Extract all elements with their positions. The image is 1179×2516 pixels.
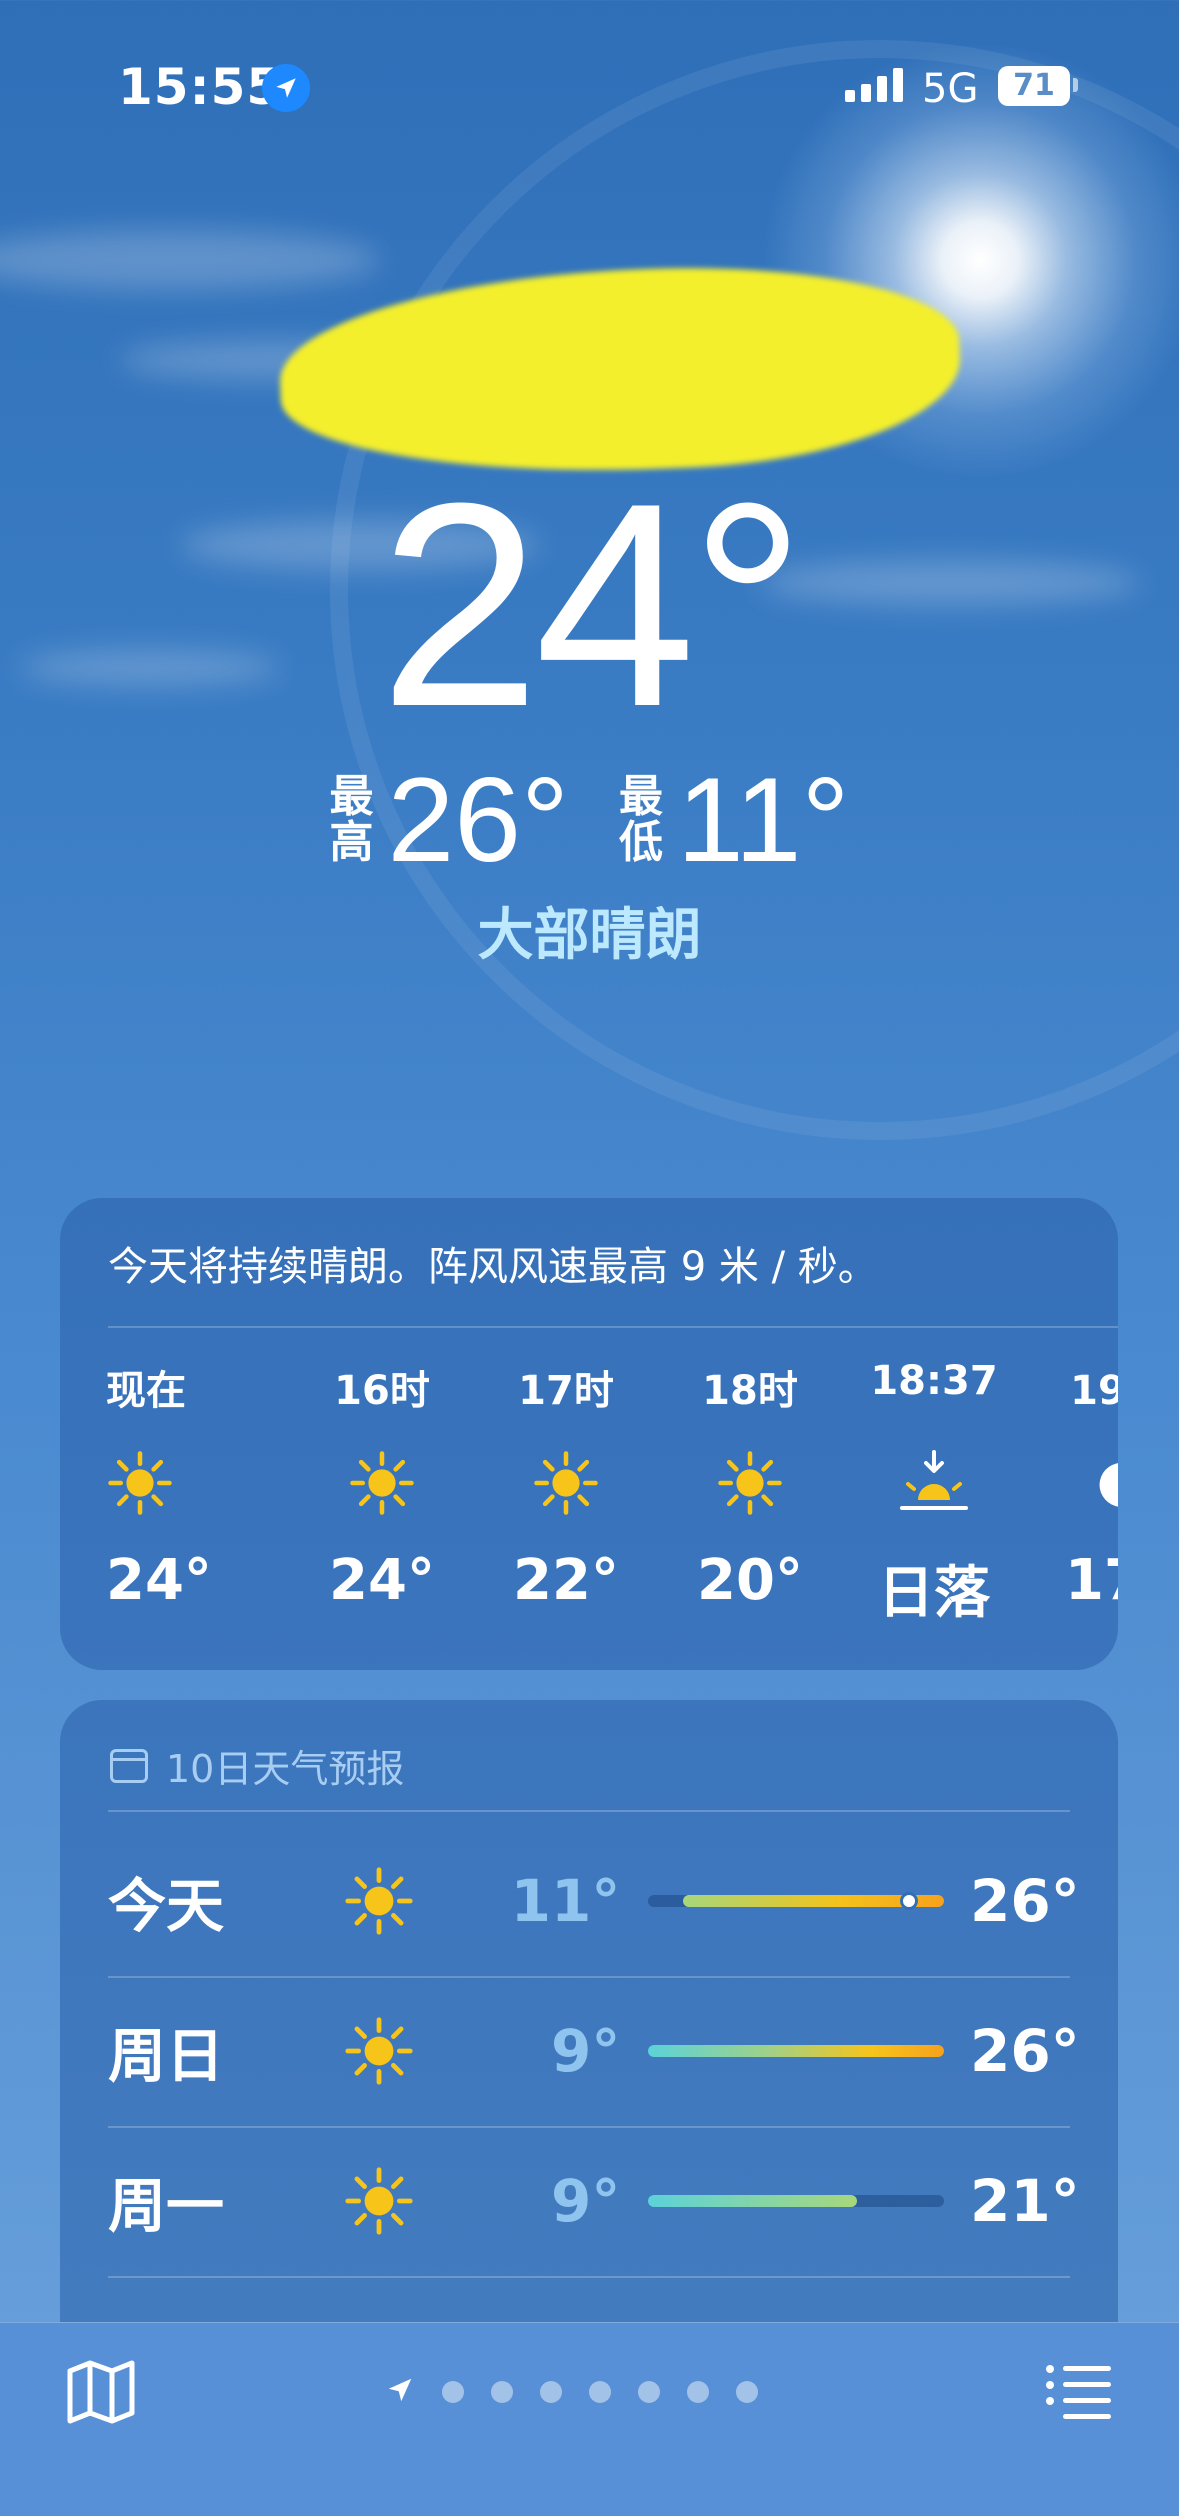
temp-range-bar bbox=[648, 2195, 944, 2207]
hour-item: 19时 17° bbox=[1026, 1358, 1118, 1629]
moon-icon bbox=[1088, 1418, 1118, 1548]
hour-temp: 20° bbox=[697, 1548, 803, 1613]
hour-item: 18时 20° bbox=[658, 1358, 842, 1629]
temp-range-fill bbox=[648, 2045, 944, 2057]
low-label-char-1: 最 bbox=[618, 771, 663, 822]
divider bbox=[108, 1810, 1070, 1812]
hourly-forecast-card[interactable]: 今天将持续晴朗。阵风风速最高 9 米 / 秒。 现在 24° 16时 24° 1… bbox=[60, 1198, 1118, 1670]
low-temp: 9° bbox=[551, 2167, 621, 2235]
temp-range-bar bbox=[648, 2045, 944, 2057]
map-icon[interactable] bbox=[66, 2359, 136, 2429]
status-bar: 15:55 5G 71 bbox=[0, 50, 1179, 130]
location-services-icon bbox=[262, 64, 310, 112]
hour-label: 18:37 bbox=[870, 1358, 998, 1404]
page-dot[interactable] bbox=[491, 2381, 513, 2403]
hour-label: 16时 bbox=[334, 1368, 430, 1414]
page-indicator[interactable] bbox=[385, 2375, 758, 2409]
current-temperature: 24° bbox=[379, 443, 806, 767]
high-temp: 21° bbox=[970, 2167, 1080, 2235]
hour-item: 17时 22° bbox=[474, 1358, 658, 1629]
sun-icon bbox=[106, 1418, 174, 1548]
day-label: 今天 bbox=[108, 1872, 225, 1940]
low-label-char-2: 低 bbox=[618, 817, 663, 868]
sun-icon bbox=[325, 2015, 433, 2087]
bottom-toolbar bbox=[0, 2322, 1179, 2516]
low-temp-group: 最 低 11° bbox=[619, 760, 850, 880]
high-temp: 26° bbox=[970, 2017, 1080, 2085]
calendar-icon bbox=[110, 1748, 148, 1783]
sunset-icon bbox=[896, 1418, 972, 1548]
page-dot[interactable] bbox=[736, 2381, 758, 2403]
day-label: 周一 bbox=[108, 2172, 225, 2240]
hourly-list[interactable]: 现在 24° 16时 24° 17时 22° 18时 20° 18:37 日落 … bbox=[106, 1358, 1118, 1629]
sun-icon bbox=[716, 1418, 784, 1548]
forecast-summary: 今天将持续晴朗。阵风风速最高 9 米 / 秒。 bbox=[108, 1244, 878, 1290]
temp-range-bar bbox=[648, 1892, 944, 1910]
hour-label: 19时 bbox=[1070, 1368, 1118, 1414]
low-label: 最 低 bbox=[619, 774, 663, 866]
page-dot[interactable] bbox=[589, 2381, 611, 2403]
current-temp-dot bbox=[900, 1892, 919, 1910]
hour-label: 18时 bbox=[702, 1368, 798, 1414]
page-dot[interactable] bbox=[687, 2381, 709, 2403]
list-icon[interactable] bbox=[1045, 2363, 1113, 2423]
divider bbox=[108, 2276, 1070, 2278]
cellular-signal-icon bbox=[845, 68, 903, 102]
battery-tip bbox=[1073, 78, 1078, 92]
page-dot[interactable] bbox=[540, 2381, 562, 2403]
ten-day-title: 10日天气预报 bbox=[166, 1747, 405, 1791]
battery-icon: 71 bbox=[998, 66, 1070, 106]
hour-item: 16时 24° bbox=[290, 1358, 474, 1629]
sun-icon bbox=[325, 1865, 433, 1937]
high-label-char-1: 最 bbox=[329, 771, 374, 822]
network-type: 5G bbox=[922, 66, 979, 112]
weather-condition: 大部晴朗 bbox=[477, 903, 702, 968]
hour-temp: 日落 bbox=[878, 1561, 990, 1626]
daily-row[interactable]: 周日 9° 26° bbox=[108, 1976, 1080, 2126]
hour-item: 现在 24° bbox=[106, 1358, 290, 1629]
high-temp: 26° bbox=[970, 1867, 1080, 1935]
low-temp: 9° bbox=[551, 2017, 621, 2085]
hour-label: 17时 bbox=[518, 1368, 614, 1414]
hour-temp: 22° bbox=[513, 1548, 619, 1613]
high-low: 最 高 26° 最 低 11° bbox=[0, 760, 1179, 880]
hour-temp: 24° bbox=[106, 1548, 212, 1613]
status-time: 15:55 bbox=[118, 58, 283, 116]
high-label-char-2: 高 bbox=[329, 817, 374, 868]
high-temp: 26° bbox=[387, 753, 569, 887]
sun-icon bbox=[532, 1418, 600, 1548]
high-label: 最 高 bbox=[329, 774, 373, 866]
low-temp: 11° bbox=[510, 1867, 621, 1935]
sun-icon bbox=[348, 1418, 416, 1548]
page-dot[interactable] bbox=[442, 2381, 464, 2403]
hour-temp: 17° bbox=[1065, 1548, 1118, 1613]
temp-range-fill bbox=[648, 2195, 858, 2207]
hour-temp: 24° bbox=[329, 1548, 435, 1613]
daily-row[interactable]: 周一 9° 21° bbox=[108, 2126, 1080, 2276]
daily-row[interactable]: 今天 11° 26° bbox=[108, 1826, 1080, 1976]
low-temp: 11° bbox=[676, 753, 850, 887]
sun-icon bbox=[325, 2165, 433, 2237]
page-dot[interactable] bbox=[638, 2381, 660, 2403]
ten-day-header: 10日天气预报 bbox=[110, 1738, 404, 1793]
hour-label: 现在 bbox=[106, 1368, 186, 1414]
hour-item: 18:37 日落 bbox=[842, 1358, 1026, 1629]
divider bbox=[108, 1326, 1118, 1328]
high-temp-group: 最 高 26° bbox=[329, 760, 568, 880]
day-label: 周日 bbox=[108, 2022, 225, 2090]
location-page-icon[interactable] bbox=[385, 2375, 415, 2409]
